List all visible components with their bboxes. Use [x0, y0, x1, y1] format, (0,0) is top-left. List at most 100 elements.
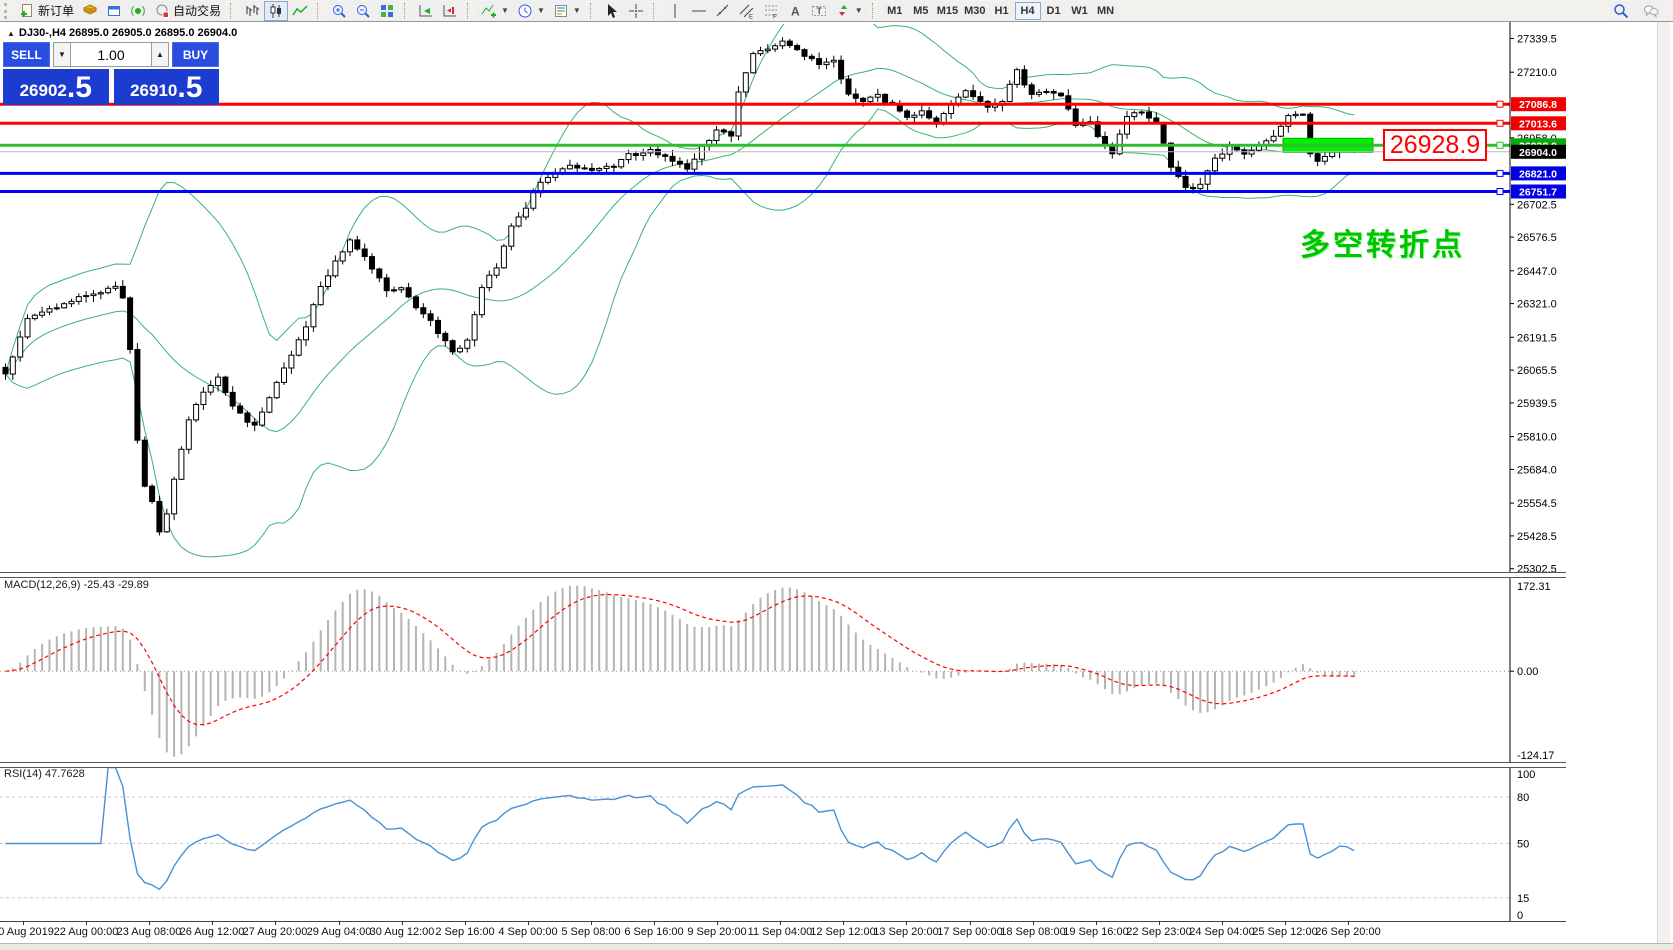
cursor-button[interactable]	[600, 1, 624, 21]
horizontal-line-27013.6[interactable]	[0, 120, 1510, 126]
chart-title-text: DJ30-,H4 26895.0 26905.0 26895.0 26904.0	[19, 27, 237, 39]
toolbar-separator	[872, 3, 879, 19]
macd-histogram	[6, 586, 1355, 757]
spin-up-icon: ▲	[156, 50, 164, 59]
time-tick	[1285, 921, 1286, 925]
timeframe-h4-button[interactable]: H4	[1015, 2, 1041, 20]
toolbar-separator	[404, 3, 411, 19]
svg-text:25939.5: 25939.5	[1517, 398, 1557, 410]
time-tick	[402, 921, 403, 925]
time-tick	[528, 921, 529, 925]
arrows-button[interactable]: ▼	[831, 1, 867, 21]
sell-price-main: 26902	[20, 80, 67, 102]
horizontal-line-27086.8[interactable]	[0, 101, 1510, 107]
chart-canvas[interactable]: 27339.527210.026958.026702.526576.526447…	[0, 22, 1566, 943]
time-tick	[591, 921, 592, 925]
svg-text:26702.5: 26702.5	[1517, 199, 1557, 211]
chart-shift-button[interactable]	[438, 1, 462, 21]
bar-chart-button[interactable]	[240, 1, 264, 21]
t-line-icon	[715, 3, 731, 19]
crosshair-button[interactable]	[624, 1, 648, 21]
volume-decrease-button[interactable]: ▼	[53, 42, 71, 67]
buy-price-main: 26910	[130, 80, 177, 102]
gold-book-icon	[82, 3, 98, 19]
timeframe-m1-button[interactable]: M1	[882, 2, 908, 20]
time-tick	[275, 921, 276, 925]
doc-plus-icon	[19, 3, 35, 19]
indicator-add-icon	[481, 3, 497, 19]
rsi-axis[interactable]: 1008050150	[1517, 769, 1535, 922]
trendline-button[interactable]	[711, 1, 735, 21]
price-callout-box[interactable]: 26928.9	[1383, 129, 1487, 161]
zoom-out-button[interactable]	[351, 1, 375, 21]
zoom-in-button[interactable]	[327, 1, 351, 21]
new-order-button[interactable]: 新订单	[15, 1, 78, 21]
timeframe-m15-button[interactable]: M15	[934, 2, 961, 20]
horizontal-line-26751.7[interactable]	[0, 189, 1510, 195]
autotrading-button[interactable]: 自动交易	[150, 1, 225, 21]
panel-divider-rsi[interactable]	[0, 762, 1566, 768]
periods-button[interactable]: ▼	[513, 1, 549, 21]
text-button[interactable]: A	[783, 1, 807, 21]
chart-line-icon	[292, 3, 308, 19]
buy-button[interactable]: BUY	[172, 42, 219, 67]
chart-window-button[interactable]	[102, 1, 126, 21]
timeframe-m5-button[interactable]: M5	[908, 2, 934, 20]
macd-axis[interactable]: 172.310.00-124.17	[1510, 581, 1554, 762]
fibonacci-button[interactable]: F	[759, 1, 783, 21]
panel-divider-macd[interactable]	[0, 572, 1566, 578]
time-tick	[1096, 921, 1097, 925]
time-tick	[780, 921, 781, 925]
community-chat-button[interactable]	[1639, 1, 1663, 21]
svg-text:E: E	[749, 14, 753, 19]
toolbar-separator	[317, 3, 324, 19]
collapse-triangle-icon[interactable]: ▲	[7, 29, 15, 38]
equidistant-channel-button[interactable]: E	[735, 1, 759, 21]
volume-input[interactable]	[71, 42, 151, 67]
time-tick	[1222, 921, 1223, 925]
chart-shift-icon	[442, 3, 458, 19]
clock-icon	[517, 3, 533, 19]
candlestick-chart-button[interactable]	[264, 1, 288, 21]
template-icon	[553, 3, 569, 19]
svg-text:26821.0: 26821.0	[1519, 168, 1557, 180]
horizontal-line-26821[interactable]	[0, 170, 1510, 176]
note-annotation[interactable]: 多空转折点	[1300, 220, 1465, 264]
rsi-line	[6, 768, 1355, 890]
line-chart-button[interactable]	[288, 1, 312, 21]
zoom-in-icon	[331, 3, 347, 19]
buy-price-display[interactable]: 26910.5	[114, 69, 220, 105]
search-button[interactable]	[1609, 1, 1633, 21]
tile-windows-button[interactable]	[375, 1, 399, 21]
channel-icon: E	[739, 3, 755, 19]
templates-button[interactable]: ▼	[549, 1, 585, 21]
svg-text:27086.8: 27086.8	[1519, 99, 1557, 111]
sell-button[interactable]: SELL	[3, 42, 50, 67]
one-click-trading-panel: SELL ▼ ▲ BUY 26902.5 26910.5	[3, 42, 219, 105]
time-tick	[1159, 921, 1160, 925]
h-line-icon	[691, 3, 707, 19]
svg-text:25684.0: 25684.0	[1517, 464, 1557, 476]
sell-price-display[interactable]: 26902.5	[3, 69, 109, 105]
text-label-button[interactable]: T	[807, 1, 831, 21]
svg-text:25428.5: 25428.5	[1517, 531, 1557, 543]
timeframe-w1-button[interactable]: W1	[1067, 2, 1093, 20]
indicators-button[interactable]: ▼	[477, 1, 513, 21]
signals-button[interactable]	[126, 1, 150, 21]
volume-increase-button[interactable]: ▲	[151, 42, 169, 67]
toolbar-grip[interactable]	[4, 3, 12, 19]
vertical-scrollbar[interactable]	[1657, 22, 1670, 943]
timeframe-mn-button[interactable]: MN	[1093, 2, 1119, 20]
timeframe-m30-button[interactable]: M30	[961, 2, 988, 20]
svg-text:172.31: 172.31	[1517, 581, 1551, 593]
timeframe-h1-button[interactable]: H1	[989, 2, 1015, 20]
market-watch-button[interactable]	[78, 1, 102, 21]
horizontal-line-button[interactable]	[687, 1, 711, 21]
timeframe-d1-button[interactable]: D1	[1041, 2, 1067, 20]
label-t-icon: T	[811, 3, 827, 19]
svg-text:80: 80	[1517, 792, 1529, 804]
rsi-label: RSI(14) 47.7628	[4, 768, 85, 780]
vertical-line-button[interactable]	[663, 1, 687, 21]
svg-text:-124.17: -124.17	[1517, 750, 1554, 762]
auto-scroll-button[interactable]	[414, 1, 438, 21]
